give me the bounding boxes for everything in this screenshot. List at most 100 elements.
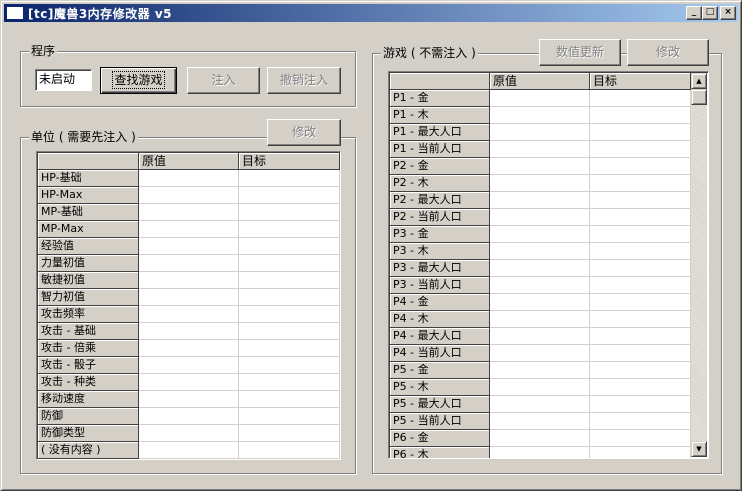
- unit-original-value-cell[interactable]: [139, 442, 239, 459]
- game-original-value-cell[interactable]: [490, 328, 590, 345]
- game-target-value-cell[interactable]: [590, 413, 691, 430]
- game-original-value-cell[interactable]: [490, 413, 590, 430]
- unit-target-value-cell[interactable]: [239, 170, 340, 187]
- game-target-value-cell[interactable]: [590, 90, 691, 107]
- unit-original-value-cell[interactable]: [139, 204, 239, 221]
- uninject-button[interactable]: 撤销注入: [267, 67, 341, 94]
- unit-target-value-cell[interactable]: [239, 323, 340, 340]
- unit-original-value-cell[interactable]: [139, 289, 239, 306]
- unit-original-value-cell[interactable]: [139, 374, 239, 391]
- unit-original-value-cell[interactable]: [139, 272, 239, 289]
- unit-target-value-cell[interactable]: [239, 255, 340, 272]
- game-target-value-cell[interactable]: [590, 192, 691, 209]
- refresh-values-button[interactable]: 数值更新: [539, 39, 621, 66]
- status-field[interactable]: 未启动: [35, 69, 92, 91]
- game-original-value-cell[interactable]: [490, 260, 590, 277]
- game-target-value-cell[interactable]: [590, 362, 691, 379]
- unit-original-value-cell[interactable]: [139, 408, 239, 425]
- unit-target-value-cell[interactable]: [239, 238, 340, 255]
- game-original-value-cell[interactable]: [490, 141, 590, 158]
- game-target-value-cell[interactable]: [590, 226, 691, 243]
- unit-original-value-cell[interactable]: [139, 170, 239, 187]
- unit-target-value-cell[interactable]: [239, 340, 340, 357]
- title-bar[interactable]: [tc]魔兽3内存修改器 v5 _ □ ×: [4, 4, 738, 22]
- unit-original-value-cell[interactable]: [139, 238, 239, 255]
- game-original-value-cell[interactable]: [490, 90, 590, 107]
- unit-original-value-cell[interactable]: [139, 425, 239, 442]
- unit-original-value-cell[interactable]: [139, 221, 239, 238]
- game-original-value-cell[interactable]: [490, 124, 590, 141]
- unit-grid[interactable]: 原值 目标 HP-基础 HP-Max MP-基础 MP-Max 经验值 力量初值 敏捷初值 智力初…: [36, 151, 341, 460]
- find-game-button[interactable]: 查找游戏: [100, 67, 177, 94]
- unit-original-value-cell[interactable]: [139, 323, 239, 340]
- unit-column-header[interactable]: [38, 153, 139, 170]
- game-target-value-cell[interactable]: [590, 311, 691, 328]
- unit-original-value-cell[interactable]: [139, 357, 239, 374]
- game-modify-button[interactable]: 修改: [627, 39, 709, 66]
- game-target-value-cell[interactable]: [590, 260, 691, 277]
- unit-modify-button[interactable]: 修改: [267, 119, 341, 146]
- inject-button[interactable]: 注入: [187, 67, 260, 94]
- game-target-value-cell[interactable]: [590, 158, 691, 175]
- game-original-value-cell[interactable]: [490, 379, 590, 396]
- game-original-value-cell[interactable]: [490, 447, 590, 458]
- maximize-button[interactable]: □: [702, 6, 718, 20]
- unit-target-value-cell[interactable]: [239, 357, 340, 374]
- scroll-down-button[interactable]: ▼: [691, 441, 707, 457]
- game-target-value-cell[interactable]: [590, 124, 691, 141]
- game-target-value-cell[interactable]: [590, 379, 691, 396]
- game-target-value-cell[interactable]: [590, 141, 691, 158]
- unit-target-value-cell[interactable]: [239, 272, 340, 289]
- unit-target-value-cell[interactable]: [239, 221, 340, 238]
- game-target-value-cell[interactable]: [590, 107, 691, 124]
- game-target-value-cell[interactable]: [590, 430, 691, 447]
- game-original-value-cell[interactable]: [490, 396, 590, 413]
- scroll-up-button[interactable]: ▲: [691, 73, 707, 89]
- game-column-header[interactable]: [390, 73, 490, 90]
- game-original-value-cell[interactable]: [490, 430, 590, 447]
- game-original-value-cell[interactable]: [490, 294, 590, 311]
- game-target-value-cell[interactable]: [590, 345, 691, 362]
- unit-target-value-cell[interactable]: [239, 425, 340, 442]
- minimize-button[interactable]: _: [686, 6, 702, 20]
- unit-original-value-cell[interactable]: [139, 340, 239, 357]
- game-target-value-cell[interactable]: [590, 243, 691, 260]
- game-target-value-cell[interactable]: [590, 277, 691, 294]
- game-original-value-cell[interactable]: [490, 311, 590, 328]
- game-target-value-cell[interactable]: [590, 328, 691, 345]
- unit-original-value-cell[interactable]: [139, 306, 239, 323]
- unit-target-value-cell[interactable]: [239, 374, 340, 391]
- unit-target-value-cell[interactable]: [239, 187, 340, 204]
- game-target-value-cell[interactable]: [590, 209, 691, 226]
- unit-target-value-cell[interactable]: [239, 306, 340, 323]
- game-original-value-cell[interactable]: [490, 107, 590, 124]
- unit-target-value-cell[interactable]: [239, 204, 340, 221]
- unit-column-header[interactable]: 目标: [239, 153, 340, 170]
- game-original-value-cell[interactable]: [490, 243, 590, 260]
- game-grid-scrollbar[interactable]: ▲ ▼: [691, 73, 707, 457]
- game-target-value-cell[interactable]: [590, 294, 691, 311]
- game-grid[interactable]: 原值 目标 P1 - 金 P1 - 木 P1 - 最大人口 P1 - 当前人口 P2 - 金…: [388, 71, 709, 459]
- unit-original-value-cell[interactable]: [139, 255, 239, 272]
- game-column-header[interactable]: 原值: [490, 73, 590, 90]
- game-original-value-cell[interactable]: [490, 277, 590, 294]
- close-button[interactable]: ×: [720, 6, 736, 20]
- game-original-value-cell[interactable]: [490, 345, 590, 362]
- unit-target-value-cell[interactable]: [239, 408, 340, 425]
- game-original-value-cell[interactable]: [490, 226, 590, 243]
- unit-original-value-cell[interactable]: [139, 187, 239, 204]
- unit-target-value-cell[interactable]: [239, 442, 340, 459]
- game-column-header[interactable]: 目标: [590, 73, 691, 90]
- unit-target-value-cell[interactable]: [239, 289, 340, 306]
- game-original-value-cell[interactable]: [490, 175, 590, 192]
- scroll-thumb[interactable]: [691, 89, 707, 105]
- unit-target-value-cell[interactable]: [239, 391, 340, 408]
- game-original-value-cell[interactable]: [490, 362, 590, 379]
- game-original-value-cell[interactable]: [490, 192, 590, 209]
- game-target-value-cell[interactable]: [590, 396, 691, 413]
- game-original-value-cell[interactable]: [490, 209, 590, 226]
- unit-original-value-cell[interactable]: [139, 391, 239, 408]
- game-target-value-cell[interactable]: [590, 175, 691, 192]
- unit-column-header[interactable]: 原值: [139, 153, 239, 170]
- game-original-value-cell[interactable]: [490, 158, 590, 175]
